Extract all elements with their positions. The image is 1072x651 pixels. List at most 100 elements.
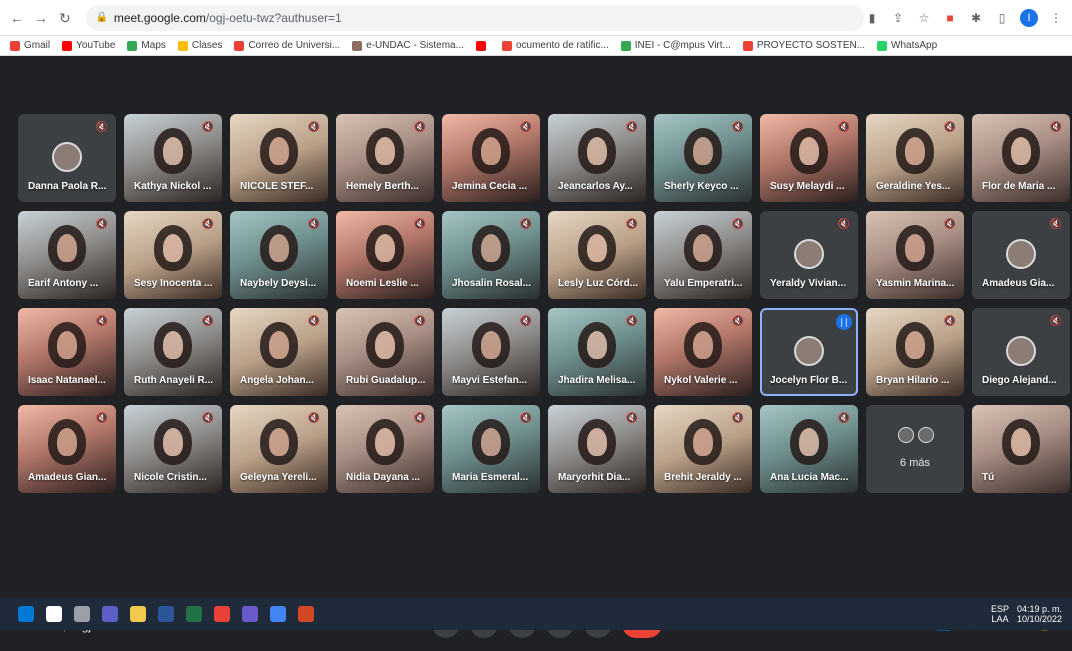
participant-tile[interactable]: 🔇 Yeraldy Vivian...	[760, 211, 858, 299]
system-clock[interactable]: 04:19 p. m. 10/10/2022	[1017, 604, 1062, 624]
participant-video	[472, 419, 510, 465]
forward-icon[interactable]: →	[32, 9, 50, 27]
bookmark-item[interactable]: Maps	[127, 40, 166, 51]
participant-tile[interactable]: 🔇 Diego Alejand...	[972, 308, 1070, 396]
participant-tile[interactable]: 🔇 Earif Antony ...	[18, 211, 116, 299]
search-icon[interactable]	[46, 606, 62, 622]
participant-tile[interactable]: 🔇 Maryorhit Dia...	[548, 405, 646, 493]
participant-tile[interactable]: 🔇 Maria Esmeral...	[442, 405, 540, 493]
language-indicator[interactable]: ESP LAA	[991, 604, 1009, 624]
share-icon[interactable]: ⇪	[890, 10, 906, 26]
participant-video	[896, 225, 934, 271]
muted-mic-icon: 🔇	[943, 122, 957, 133]
participant-tile[interactable]: 🔇 Jemina Cecia ...	[442, 114, 540, 202]
teams-icon[interactable]	[102, 606, 118, 622]
file-explorer-icon[interactable]	[130, 606, 146, 622]
bookmark-item[interactable]: Clases	[177, 40, 222, 51]
more-participants-label: 6 más	[900, 457, 930, 469]
participant-video	[684, 225, 722, 271]
participant-tile[interactable]: 🔇 Nicole Cristin...	[124, 405, 222, 493]
participant-tile[interactable]: 🔇 Sesy Inocenta ...	[124, 211, 222, 299]
participant-video	[154, 128, 192, 174]
participant-tile[interactable]: 🔇 Geleyna Yereli...	[230, 405, 328, 493]
bookmark-item[interactable]: PROYECTO SOSTEN...	[742, 40, 865, 51]
participant-tile[interactable]: 6 más	[866, 405, 964, 493]
participant-name: Brehit Jeraldy ...	[664, 472, 742, 483]
participant-tile[interactable]: 🔇 Noemi Leslie ...	[336, 211, 434, 299]
participant-tile[interactable]: 🔇 Lesly Luz Córd...	[548, 211, 646, 299]
notes-icon[interactable]	[242, 606, 258, 622]
muted-mic-icon: 🔇	[625, 413, 639, 424]
muted-mic-icon: 🔇	[307, 316, 321, 327]
participant-tile[interactable]: 🔇 Bryan Hilario ...	[866, 308, 964, 396]
participant-tile[interactable]: 🔇 Angela Johan...	[230, 308, 328, 396]
participant-tile[interactable]: 🔇 Nidia Dayana ...	[336, 405, 434, 493]
participant-tile[interactable]: 🔇 Amadeus Gia...	[972, 211, 1070, 299]
bookmark-item[interactable]: ocumento de ratific...	[501, 40, 609, 51]
participant-tile[interactable]: 🔇 Susy Melaydi ...	[760, 114, 858, 202]
participant-tile[interactable]: 🔇 Ana Lucia Mac...	[760, 405, 858, 493]
participant-name: Bryan Hilario ...	[876, 375, 950, 386]
participant-tile[interactable]: 🔇 Sherly Keyco ...	[654, 114, 752, 202]
bookmark-item[interactable]: e-UNDAC - Sistema...	[352, 40, 464, 51]
word-icon[interactable]	[158, 606, 174, 622]
bookmark-item[interactable]: Gmail	[10, 40, 50, 51]
participant-tile[interactable]: 🔇 Jhosalin Rosal...	[442, 211, 540, 299]
windows-start-icon[interactable]	[18, 606, 34, 622]
participant-tile[interactable]: 🔇 Danna Paola R...	[18, 114, 116, 202]
participant-video	[684, 419, 722, 465]
muted-mic-icon: 🔇	[95, 316, 109, 327]
bookmark-item[interactable]	[475, 40, 490, 51]
reload-icon[interactable]: ↻	[56, 9, 74, 27]
browser-toolbar: ← → ↻ 🔒 meet.google.com /ogj-oetu-twz?au…	[0, 0, 1072, 36]
participant-video	[48, 419, 86, 465]
puzzle-icon[interactable]: ✱	[968, 10, 984, 26]
address-bar[interactable]: 🔒 meet.google.com /ogj-oetu-twz?authuser…	[85, 4, 864, 31]
participant-tile[interactable]: 🔇 Isaac Natanael...	[18, 308, 116, 396]
participant-tile[interactable]: 🔇 Geraldine Yes...	[866, 114, 964, 202]
back-icon[interactable]: ←	[8, 9, 26, 27]
participant-tile[interactable]: 🔇 Yalu Emperatri...	[654, 211, 752, 299]
bookmark-item[interactable]: Correo de Universi...	[234, 40, 340, 51]
muted-mic-icon: 🔇	[943, 219, 957, 230]
star-icon[interactable]: ☆	[916, 10, 932, 26]
extension-icon[interactable]: ■	[942, 10, 958, 26]
sidepanel-icon[interactable]: ▯	[994, 10, 1010, 26]
participant-tile[interactable]: 🔇 Yasmin Marina...	[866, 211, 964, 299]
participant-tile[interactable]: 🔇 Rubi Guadalup...	[336, 308, 434, 396]
participant-tile[interactable]: 🔇 NICOLE STEF...	[230, 114, 328, 202]
muted-mic-icon: 🔇	[837, 413, 851, 424]
bookmark-item[interactable]: INEI - C@mpus Virt...	[620, 40, 731, 51]
participant-tile[interactable]: 🔇 Mayvi Estefan...	[442, 308, 540, 396]
participant-tile[interactable]: 🔇 Kathya Nickol ...	[124, 114, 222, 202]
bookmark-label: Correo de Universi...	[248, 40, 341, 51]
muted-mic-icon: 🔇	[201, 413, 215, 424]
powerpoint-icon[interactable]	[298, 606, 314, 622]
browser-icon[interactable]	[270, 606, 286, 622]
participant-tile[interactable]: 🔇 Jeancarlos Ay...	[548, 114, 646, 202]
camera-icon[interactable]: ▮	[864, 10, 880, 26]
participant-tile[interactable]: 🔇 Naybely Deysi...	[230, 211, 328, 299]
participant-name: NICOLE STEF...	[240, 181, 314, 192]
participant-tile[interactable]: ∣∣ Jocelyn Flor B...	[760, 308, 858, 396]
bookmark-item[interactable]: WhatsApp	[877, 40, 937, 51]
participant-video	[154, 225, 192, 271]
participant-tile[interactable]: 🔇 Flor de Maria ...	[972, 114, 1070, 202]
bookmark-favicon-icon	[234, 40, 245, 51]
menu-icon[interactable]: ⋮	[1048, 10, 1064, 26]
muted-mic-icon: 🔇	[201, 219, 215, 230]
participant-tile[interactable]: 🔇 Hemely Berth...	[336, 114, 434, 202]
bookmark-item[interactable]: YouTube	[62, 40, 115, 51]
task-view-icon[interactable]	[74, 606, 90, 622]
participant-tile[interactable]: 🔇 Brehit Jeraldy ...	[654, 405, 752, 493]
participant-tile[interactable]: 🔇 Ruth Anayeli R...	[124, 308, 222, 396]
participant-tile[interactable]: 🔇 Nykol Valerie ...	[654, 308, 752, 396]
participant-tile[interactable]: 🔇 Jhadira Melisa...	[548, 308, 646, 396]
profile-avatar[interactable]: I	[1020, 8, 1038, 27]
chrome-icon[interactable]	[214, 606, 230, 622]
participant-video	[366, 322, 404, 368]
excel-icon[interactable]	[186, 606, 202, 622]
participant-tile[interactable]: 🔇 Amadeus Gian...	[18, 405, 116, 493]
participant-tile[interactable]: Tú	[972, 405, 1070, 493]
muted-mic-icon: 🔇	[95, 413, 109, 424]
